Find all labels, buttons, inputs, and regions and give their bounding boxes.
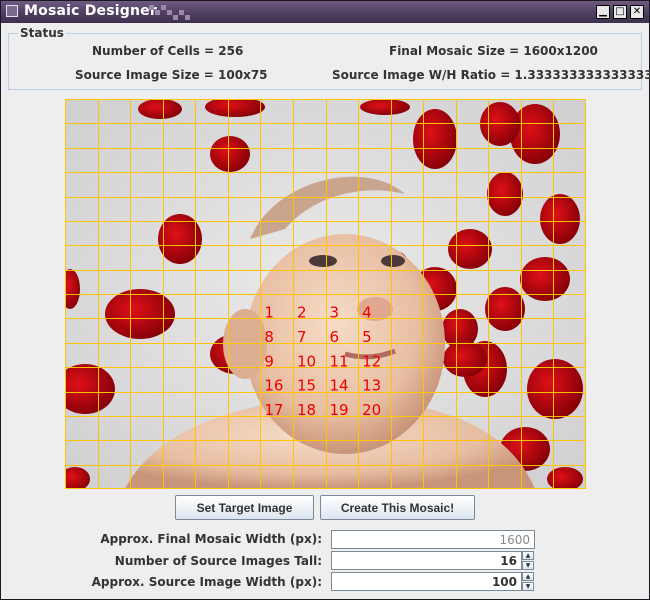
- source-size-text: Source Image Size = 100x75: [75, 68, 268, 82]
- status-legend: Status: [18, 26, 66, 40]
- title-bar[interactable]: Mosaic Designer ▁ □ ✕: [1, 1, 649, 23]
- source-width-field[interactable]: [331, 572, 522, 591]
- cell-number: 17: [264, 401, 283, 419]
- cell-number: 20: [362, 401, 381, 419]
- num-cells-text: Number of Cells = 256: [92, 44, 244, 58]
- stepper-up-icon[interactable]: ▲: [522, 551, 534, 560]
- create-mosaic-button[interactable]: Create This Mosaic!: [320, 495, 475, 520]
- content-pane: Status Number of Cells = 256 Final Mosai…: [2, 24, 650, 599]
- target-image-panel[interactable]: 1 2 3 4 8 7 6 5 9 10 11 12 16 15 14 13 17 18 19 20: [65, 99, 586, 489]
- set-target-image-button[interactable]: Set Target Image: [175, 495, 314, 520]
- cell-number: 5: [362, 328, 372, 346]
- window-title: Mosaic Designer: [24, 3, 157, 19]
- cell-number: 15: [297, 377, 316, 395]
- cell-number: 18: [297, 401, 316, 419]
- cell-number: 13: [362, 377, 381, 395]
- source-width-label: Approx. Source Image Width (px):: [91, 575, 322, 589]
- cell-number: 4: [362, 304, 372, 322]
- cell-number: 19: [330, 401, 349, 419]
- maximize-button[interactable]: □: [613, 5, 627, 19]
- mosaic-designer-window: Mosaic Designer ▁ □ ✕ Status Number of C…: [0, 0, 650, 600]
- source-images-tall-stepper[interactable]: ▲ ▼: [522, 551, 534, 570]
- cell-number: 7: [297, 328, 307, 346]
- target-image: 1 2 3 48 7 6 59 10 11 1216 15 14 1317 18 19 20: [65, 99, 586, 489]
- stepper-down-icon[interactable]: ▼: [522, 582, 534, 591]
- status-panel: Status Number of Cells = 256 Final Mosai…: [8, 26, 650, 90]
- cell-number: 12: [362, 352, 381, 370]
- cell-number: 11: [330, 352, 349, 370]
- title-decoration-icon: [149, 5, 194, 21]
- stepper-down-icon[interactable]: ▼: [522, 561, 534, 570]
- cell-number: 1: [264, 304, 274, 322]
- window-menu-icon[interactable]: [6, 5, 18, 17]
- close-button[interactable]: ✕: [630, 5, 644, 19]
- source-width-stepper[interactable]: ▲ ▼: [522, 572, 534, 591]
- cell-number: 6: [330, 328, 340, 346]
- stepper-up-icon[interactable]: ▲: [522, 572, 534, 581]
- cell-number: 16: [264, 377, 283, 395]
- cell-number: 3: [330, 304, 340, 322]
- final-width-field[interactable]: [331, 530, 535, 549]
- cell-number: 10: [297, 352, 316, 370]
- cell-number: 2: [297, 304, 307, 322]
- minimize-button[interactable]: ▁: [596, 5, 610, 19]
- source-images-tall-field[interactable]: [331, 551, 522, 570]
- final-size-text: Final Mosaic Size = 1600x1200: [389, 44, 598, 58]
- source-images-tall-label: Number of Source Images Tall:: [114, 554, 322, 568]
- final-width-label: Approx. Final Mosaic Width (px):: [100, 532, 322, 546]
- cell-number: 14: [330, 377, 349, 395]
- cell-number: 9: [264, 352, 274, 370]
- cell-number: 8: [264, 328, 274, 346]
- ratio-text: Source Image W/H Ratio = 1.3333333333333…: [332, 68, 650, 82]
